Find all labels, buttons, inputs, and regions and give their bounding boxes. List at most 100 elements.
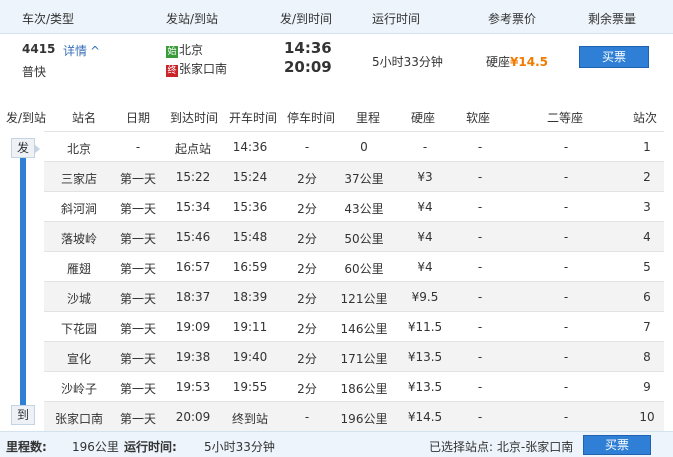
cell-arrive: 15:34	[175, 200, 211, 214]
th-station: 站名	[72, 111, 97, 125]
selected-stations: 已选择站点: 北京-张家口南	[429, 440, 574, 454]
cell-arrive: 19:38	[175, 350, 211, 364]
cell-arrive: 19:53	[175, 380, 211, 394]
table-row[interactable]: 落坡岭 第一天 15:46 15:48 2分 50公里 ¥4 - - 4	[44, 221, 664, 251]
cell-date: 第一天	[119, 262, 157, 276]
stops-table-header: 发/到站 站名 日期 到达时间 开车时间 停车时间 里程 硬座 软座 二等座 站…	[0, 101, 673, 131]
cell-dist: 196公里	[340, 412, 388, 426]
table-row[interactable]: 张家口南 第一天 20:09 终到站 - 196公里 ¥14.5 - - 10	[44, 401, 664, 431]
col-header-remaining: 剩余票量	[588, 12, 637, 26]
cell-hard: ¥13.5	[407, 350, 443, 364]
cell-arrive: 18:37	[175, 290, 211, 304]
cell-arrive: 20:09	[175, 410, 211, 424]
cell-dist: 37公里	[344, 172, 384, 186]
cell-seq: 1	[643, 140, 651, 154]
cell-hard: -	[422, 140, 428, 154]
cell-second: -	[563, 200, 569, 214]
table-row[interactable]: 北京 - 起点站 14:36 - 0 - - - 1	[44, 131, 664, 161]
col-header-duration: 运行时间	[372, 12, 421, 26]
runtime-value: 5小时33分钟	[204, 440, 275, 454]
cell-dist: 60公里	[344, 262, 384, 276]
cell-hard: ¥4	[417, 230, 433, 244]
th-depart: 开车时间	[229, 111, 278, 125]
cell-stop: 2分	[297, 352, 317, 366]
footer-buy-button[interactable]: 买票	[583, 435, 651, 455]
price-info: 硬座¥14.5	[486, 53, 548, 70]
to-station-name: 张家口南	[179, 62, 228, 76]
cell-dist: 171公里	[340, 352, 388, 366]
col-header-train-type: 车次/类型	[22, 12, 75, 26]
cell-stop: 2分	[297, 172, 317, 186]
cell-second: -	[563, 260, 569, 274]
distance-value: 196公里	[72, 440, 119, 454]
cell-arrive: 19:09	[175, 320, 211, 334]
cell-stop: 2分	[297, 382, 317, 396]
cell-dist: 186公里	[340, 382, 388, 396]
cell-seq: 10	[639, 410, 655, 424]
cell-date: 第一天	[119, 172, 157, 186]
route-rail	[20, 145, 26, 411]
th-arrive: 到达时间	[170, 111, 219, 125]
th-distance: 里程	[356, 111, 381, 125]
cell-dist: 121公里	[340, 292, 388, 306]
cell-name: 下花园	[60, 322, 98, 336]
table-row[interactable]: 沙岭子 第一天 19:53 19:55 2分 186公里 ¥13.5 - - 9	[44, 371, 664, 401]
cell-depart: 15:36	[232, 200, 268, 214]
cell-name: 北京	[66, 142, 92, 156]
table-row[interactable]: 沙城 第一天 18:37 18:39 2分 121公里 ¥9.5 - - 6	[44, 281, 664, 311]
cell-soft: -	[477, 380, 483, 394]
cell-stop: 2分	[297, 202, 317, 216]
train-code[interactable]: 4415	[22, 42, 55, 56]
cell-soft: -	[477, 140, 483, 154]
th-stop: 停车时间	[287, 111, 336, 125]
cell-soft: -	[477, 260, 483, 274]
results-header: 车次/类型 发站/到站 发/到时间 运行时间 参考票价 剩余票量	[0, 0, 673, 34]
th-hard-seat: 硬座	[411, 111, 436, 125]
cell-depart: 16:59	[232, 260, 268, 274]
cell-name: 斜河涧	[60, 202, 98, 216]
details-label: 详情	[63, 44, 88, 58]
cell-stop: 2分	[297, 292, 317, 306]
cell-depart: 15:48	[232, 230, 268, 244]
distance-label: 里程数:	[6, 440, 47, 454]
cell-soft: -	[477, 350, 483, 364]
cell-name: 落坡岭	[60, 232, 98, 246]
cell-depart: 终到站	[231, 412, 269, 426]
cell-second: -	[563, 410, 569, 424]
table-row[interactable]: 宣化 第一天 19:38 19:40 2分 171公里 ¥13.5 - - 8	[44, 341, 664, 371]
cell-date: 第一天	[119, 352, 157, 366]
cell-name: 张家口南	[54, 412, 104, 426]
cell-arrive: 16:57	[175, 260, 211, 274]
cell-name: 沙城	[66, 292, 92, 306]
cell-hard: ¥14.5	[407, 410, 443, 424]
cell-seq: 3	[643, 200, 651, 214]
th-date: 日期	[126, 111, 151, 125]
run-duration: 5小时33分钟	[372, 55, 443, 69]
cell-hard: ¥4	[417, 200, 433, 214]
to-station: 终张家口南	[166, 60, 227, 77]
table-row[interactable]: 雁翅 第一天 16:57 16:59 2分 60公里 ¥4 - - 5	[44, 251, 664, 281]
cell-date: 第一天	[119, 382, 157, 396]
table-row[interactable]: 下花园 第一天 19:09 19:11 2分 146公里 ¥11.5 - - 7	[44, 311, 664, 341]
buy-ticket-button[interactable]: 买票	[579, 46, 649, 68]
cell-depart: 18:39	[232, 290, 268, 304]
cell-depart: 19:11	[232, 320, 268, 334]
cell-seq: 9	[643, 380, 651, 394]
cell-date: -	[135, 140, 141, 154]
cell-second: -	[563, 350, 569, 364]
cell-stop: 2分	[297, 322, 317, 336]
cell-stop: 2分	[297, 232, 317, 246]
cell-dist: 0	[360, 140, 368, 154]
details-toggle[interactable]: 详情 ^	[63, 42, 100, 59]
stops-table: 发/到站 站名 日期 到达时间 开车时间 停车时间 里程 硬座 软座 二等座 站…	[0, 101, 673, 431]
cell-hard: ¥9.5	[411, 290, 439, 304]
train-row: 4415 详情 ^ 普快 始北京 终张家口南 14:36 20:09 5小时33分…	[0, 34, 673, 86]
cell-name: 沙岭子	[60, 382, 98, 396]
cell-dist: 146公里	[340, 322, 388, 336]
cell-stop: 2分	[297, 262, 317, 276]
start-badge-icon: 始	[166, 46, 178, 58]
table-row[interactable]: 斜河涧 第一天 15:34 15:36 2分 43公里 ¥4 - - 3	[44, 191, 664, 221]
table-row[interactable]: 三家店 第一天 15:22 15:24 2分 37公里 ¥3 - - 2	[44, 161, 664, 191]
cell-depart: 19:40	[232, 350, 268, 364]
cell-stop: -	[304, 140, 310, 154]
